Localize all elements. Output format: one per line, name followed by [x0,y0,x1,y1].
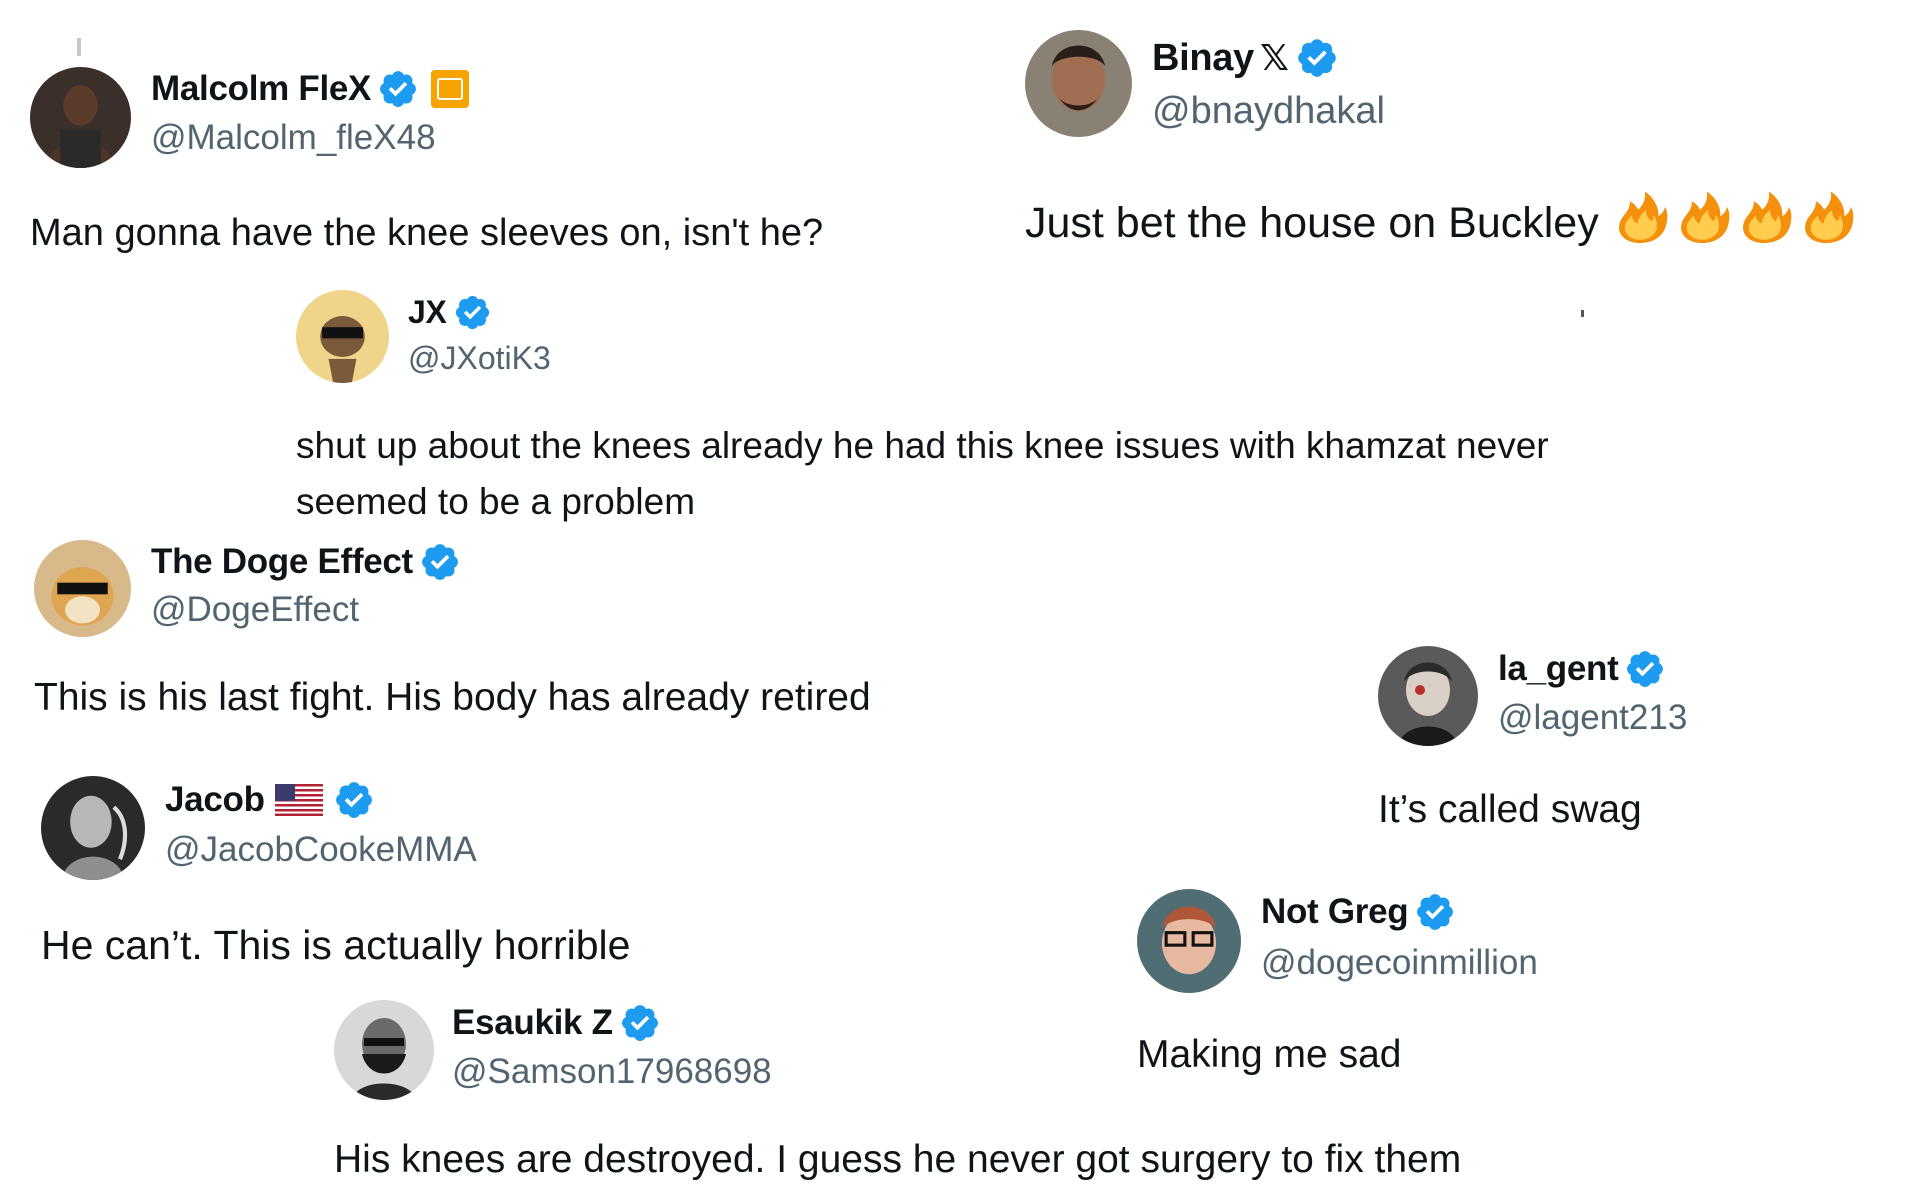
tweet-text: Just bet the house on Buckley [1025,185,1859,248]
tweet-text-content: Just bet the house on Buckley [1025,199,1599,247]
avatar[interactable] [41,776,145,880]
verified-badge-icon [1414,891,1456,933]
fire-emoji-icon [1611,185,1669,243]
tweet-doge: The Doge Effect @DogeEffect This is his … [34,540,994,730]
name-row: Not Greg [1261,891,1456,933]
handle[interactable]: @JXotiK3 [408,340,551,377]
handle[interactable]: @bnaydhakal [1152,90,1385,133]
verified-badge-icon [1295,36,1339,80]
avatar[interactable] [1025,30,1132,137]
handle[interactable]: @lagent213 [1498,698,1687,738]
tweet-malcolm: Malcolm FleX @Malcolm_fleX48 Man gonna h… [30,40,970,270]
fire-emoji-icon [1673,185,1731,243]
name-row: Esaukik Z [452,1002,661,1044]
stray-mark [1581,310,1584,317]
handle[interactable]: @JacobCookeMMA [165,830,477,870]
tweet-jacob: Jacob @JacobCookeMMA He can’t. This is a… [41,776,941,976]
affiliate-badge-icon [431,70,470,108]
tweet-jx: JX @JXotiK3 shut up about the knees alre… [296,290,1606,530]
name-row: Jacob [165,778,375,822]
verified-badge-icon [333,779,375,821]
display-name[interactable]: Jacob [165,780,265,820]
avatar[interactable] [1378,646,1478,746]
tweet-text: It’s called swag [1378,788,1642,831]
tweet-binay: Binay 𝕏 @bnaydhakal Just bet the house o… [1025,30,1915,250]
handle[interactable]: @Malcolm_fleX48 [151,118,436,158]
stray-mark [77,38,81,56]
avatar[interactable] [30,67,131,168]
handle[interactable]: @Samson17968698 [452,1052,772,1092]
display-name[interactable]: JX [408,294,447,331]
us-flag-icon [274,784,323,816]
avatar[interactable] [1137,889,1241,993]
verified-badge-icon [377,68,419,110]
name-row: JX [408,292,492,332]
display-name[interactable]: The Doge Effect [151,542,413,582]
avatar[interactable] [334,1000,434,1100]
verified-badge-icon [1624,648,1666,690]
verified-badge-icon [453,293,492,332]
avatar[interactable] [34,540,131,637]
handle[interactable]: @dogecoinmillion [1261,943,1538,983]
tweet-text: He can’t. This is actually horrible [41,922,631,968]
verified-badge-icon [419,541,461,583]
name-row: Binay 𝕏 [1152,33,1339,83]
x-logo-icon: 𝕏 [1259,37,1289,78]
name-row: la_gent [1498,648,1666,690]
name-row: Malcolm FleX [151,68,470,110]
display-name[interactable]: Not Greg [1261,892,1409,932]
name-row: The Doge Effect [151,542,461,582]
tweet-esaukik: Esaukik Z @Samson17968698 His knees are … [334,1000,1734,1190]
tweet-text: His knees are destroyed. I guess he neve… [334,1138,1462,1181]
avatar[interactable] [296,290,389,383]
tweet-text: Man gonna have the knee sleeves on, isn'… [30,212,824,254]
verified-badge-icon [619,1002,661,1044]
display-name[interactable]: Esaukik Z [452,1003,613,1043]
handle[interactable]: @DogeEffect [151,590,359,630]
emoji-row [1611,185,1859,243]
tweet-lagent: la_gent @lagent213 It’s called swag [1378,646,1898,846]
fire-emoji-icon [1735,185,1793,243]
tweet-text: This is his last fight. His body has alr… [34,676,871,719]
display-name[interactable]: la_gent [1498,649,1619,689]
tweet-text: shut up about the knees already he had t… [296,425,1549,522]
display-name[interactable]: Malcolm FleX [151,69,371,109]
display-name[interactable]: Binay [1152,37,1254,80]
fire-emoji-icon [1797,185,1855,243]
